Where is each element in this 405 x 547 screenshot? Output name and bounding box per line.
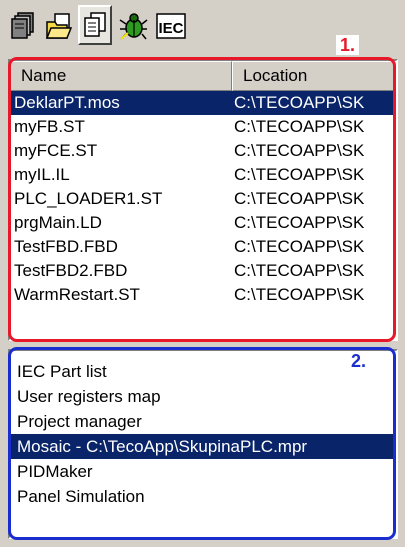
file-location: C:\TECOAPP\SK	[234, 237, 365, 256]
window-list-panel: IEC Part list User registers map Project m…	[8, 349, 398, 539]
file-location: C:\TECOAPP\SK	[234, 189, 365, 208]
files-button[interactable]	[6, 8, 40, 44]
file-name: DeklarPT.mos	[14, 93, 120, 112]
bug-icon	[119, 13, 148, 40]
file-location: C:\TECOAPP\SK	[234, 213, 365, 232]
folder-button[interactable]	[42, 8, 76, 44]
window-list-item[interactable]: Panel Simulation	[10, 484, 396, 509]
column-header-name[interactable]: Name	[10, 61, 232, 91]
documents-icon	[84, 12, 106, 37]
file-list-panel: Name Location DeklarPT.mos C:\TECOAPP\SK m…	[8, 59, 398, 341]
file-location: C:\TECOAPP\SK	[234, 165, 365, 184]
window-list-item[interactable]: User registers map	[10, 384, 396, 409]
file-row[interactable]: myFCE.ST C:\TECOAPP\SK	[10, 139, 396, 163]
iec-button[interactable]: IEC	[154, 8, 188, 44]
window-list-item[interactable]: Mosaic - C:\TecoApp\SkupinaPLC.mpr	[10, 434, 396, 459]
iec-icon: IEC	[156, 13, 186, 39]
window-list-item[interactable]: Project manager	[10, 409, 396, 434]
iec-icon-text: IEC	[158, 20, 183, 37]
window-list-item[interactable]: PIDMaker	[10, 459, 396, 484]
file-row[interactable]: DeklarPT.mos C:\TECOAPP\SK	[10, 91, 396, 115]
file-location: C:\TECOAPP\SK	[234, 117, 365, 136]
file-name: TestFBD.FBD	[14, 237, 118, 256]
file-location: C:\TECOAPP\SK	[234, 285, 365, 304]
column-header-location[interactable]: Location	[232, 61, 396, 91]
toolbar: IEC	[6, 5, 306, 48]
file-row[interactable]: WarmRestart.ST C:\TECOAPP\SK	[10, 283, 396, 307]
file-location: C:\TECOAPP\SK	[234, 93, 365, 112]
file-list-header: Name Location	[10, 61, 396, 91]
file-name: myFCE.ST	[14, 141, 98, 160]
file-row[interactable]: myFB.ST C:\TECOAPP\SK	[10, 115, 396, 139]
file-row[interactable]: TestFBD2.FBD C:\TECOAPP\SK	[10, 259, 396, 283]
file-name: PLC_LOADER1.ST	[14, 189, 163, 208]
file-name: WarmRestart.ST	[14, 285, 140, 304]
file-row[interactable]: TestFBD.FBD C:\TECOAPP\SK	[10, 235, 396, 259]
file-row[interactable]: prgMain.LD C:\TECOAPP\SK	[10, 211, 396, 235]
folder-icon	[45, 13, 73, 39]
debug-button[interactable]	[116, 8, 150, 44]
file-name: TestFBD2.FBD	[14, 261, 128, 280]
documents-button[interactable]	[78, 5, 112, 45]
file-row[interactable]: myIL.IL C:\TECOAPP\SK	[10, 163, 396, 187]
file-rows: DeklarPT.mos C:\TECOAPP\SK myFB.ST C:\TECOA…	[10, 91, 396, 307]
window-items: IEC Part list User registers map Project m…	[10, 359, 396, 509]
file-row[interactable]: PLC_LOADER1.ST C:\TECOAPP\SK	[10, 187, 396, 211]
callout-number-1: 1.	[336, 35, 360, 55]
file-location: C:\TECOAPP\SK	[234, 261, 365, 280]
file-name: prgMain.LD	[14, 213, 102, 232]
window-list-item[interactable]: IEC Part list	[10, 359, 396, 384]
callout-number-2: 2.	[347, 351, 371, 371]
file-location: C:\TECOAPP\SK	[234, 141, 365, 160]
files-icon	[11, 12, 34, 39]
file-name: myFB.ST	[14, 117, 85, 136]
file-name: myIL.IL	[14, 165, 70, 184]
